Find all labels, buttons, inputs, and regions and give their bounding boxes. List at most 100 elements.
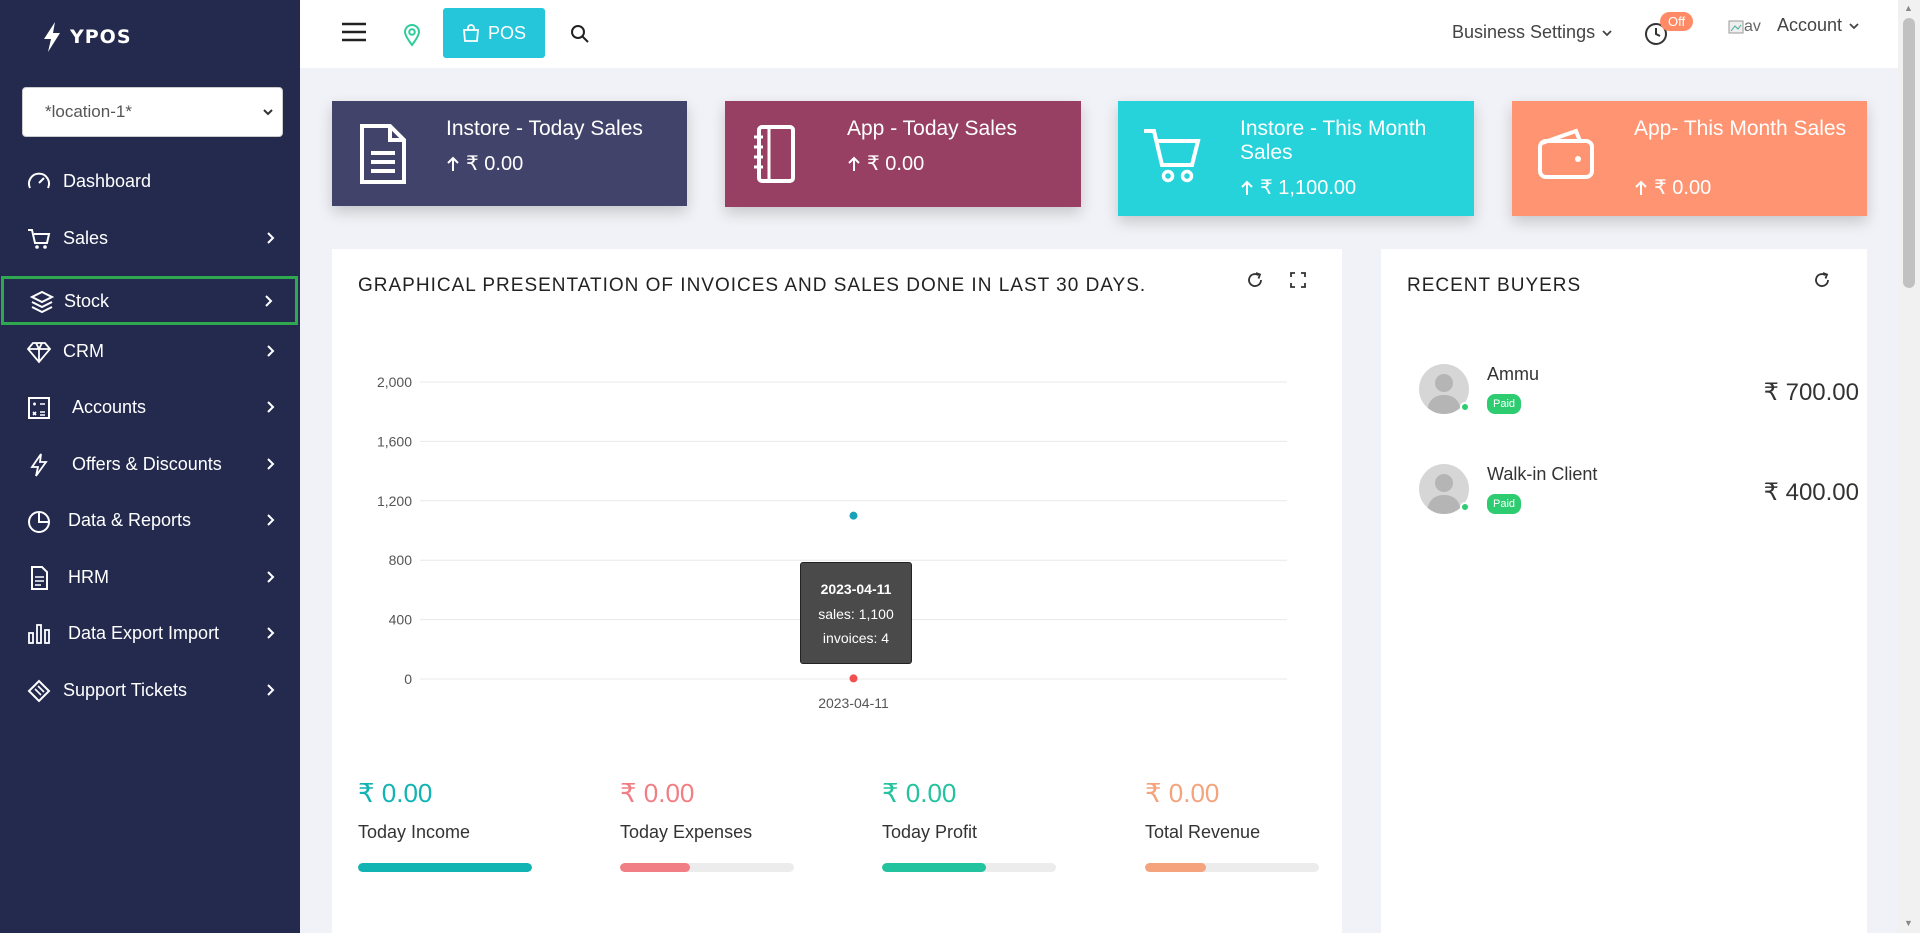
cart-icon — [1144, 129, 1201, 183]
chevron-right-icon — [267, 627, 275, 639]
chevron-down-icon — [1849, 22, 1859, 29]
stat-value-text: ₹ 1,100.00 — [1260, 177, 1357, 199]
chevron-right-icon — [267, 684, 275, 696]
wallet-icon — [1538, 128, 1594, 179]
gauge-icon — [28, 172, 50, 189]
sidebar-item-hrm[interactable]: HRM — [0, 552, 300, 604]
tooltip-date: 2023-04-11 — [820, 581, 892, 597]
logo-text: YPOS — [70, 26, 132, 48]
sidebar-item-stock[interactable]: Stock — [1, 276, 298, 325]
y-tick-label: 800 — [389, 552, 413, 568]
layers-icon — [29, 290, 55, 314]
y-tick-label: 0 — [404, 671, 412, 687]
pie-icon — [28, 511, 50, 533]
sidebar-item-support-tickets[interactable]: Support Tickets — [0, 665, 300, 717]
account-dropdown[interactable]: Account — [1777, 15, 1860, 36]
point-sales[interactable] — [849, 511, 858, 520]
sidebar-item-data-export-import[interactable]: Data Export Import — [0, 608, 300, 660]
buyer-row[interactable]: Ammu Paid ₹ 700.00 — [1419, 364, 1859, 424]
sidebar-item-label: Stock — [64, 291, 110, 311]
arrow-up-icon — [1241, 180, 1253, 195]
sidebar-item-crm[interactable]: CRM — [0, 326, 300, 378]
recent-buyers-card: RECENT BUYERS Ammu Paid ₹ 700.00 Walk-in… — [1381, 249, 1867, 933]
stat-card-instore-month: Instore - This Month Sales ₹ 1,100.00 — [1118, 101, 1474, 216]
ledger-icon — [28, 397, 50, 419]
pos-button-label: POS — [487, 22, 526, 43]
location-pin-icon[interactable] — [402, 23, 422, 47]
hamburger-menu-icon[interactable] — [342, 22, 366, 42]
diamond-icon — [26, 342, 52, 364]
summary-today-income: ₹ 0.00 Today Income — [358, 778, 532, 872]
chevron-down-icon — [1602, 29, 1612, 36]
sidebar-item-offers-discounts[interactable]: Offers & Discounts — [0, 439, 300, 491]
summary-value: ₹ 0.00 — [1145, 778, 1220, 808]
stat-value-text: ₹ 0.00 — [466, 153, 524, 175]
search-icon[interactable] — [570, 24, 590, 44]
paid-badge: Paid — [1487, 494, 1522, 514]
summary-today-expenses: ₹ 0.00 Today Expenses — [620, 778, 794, 872]
sidebar-item-dashboard[interactable]: Dashboard — [0, 156, 300, 208]
y-tick-label: 400 — [389, 612, 413, 628]
summary-progress — [358, 863, 532, 872]
chevron-down-icon — [263, 109, 273, 116]
chevron-right-icon — [265, 295, 273, 307]
sidebar-item-accounts[interactable]: Accounts — [0, 382, 300, 434]
location-select-value: *location-1* — [45, 102, 132, 121]
off-badge: Off — [1660, 12, 1694, 31]
summary-today-profit: ₹ 0.00 Today Profit — [882, 778, 1056, 872]
buyer-name: Ammu — [1487, 364, 1540, 384]
scroll-down-arrow[interactable]: ▼ — [1904, 918, 1913, 928]
stat-title: Instore - Today Sales — [446, 117, 643, 140]
sidebar-item-sales[interactable]: Sales — [0, 213, 300, 265]
user-avatar[interactable]: av — [1728, 18, 1761, 36]
sidebar-item-label: HRM — [68, 567, 109, 587]
chevron-right-icon — [267, 232, 275, 244]
online-status-dot — [1460, 402, 1470, 412]
sidebar-item-label: Offers & Discounts — [72, 454, 222, 474]
stat-value-text: ₹ 0.00 — [1654, 177, 1712, 199]
point-invoices[interactable] — [849, 674, 858, 683]
sidebar-item-label: Accounts — [72, 397, 147, 417]
sidebar-item-label: Data Export Import — [68, 623, 220, 643]
progress-fill — [882, 863, 987, 872]
tooltip-sales: sales: 1,100 — [818, 606, 894, 622]
arrow-up-icon — [447, 156, 459, 171]
chevron-right-icon — [267, 514, 275, 526]
summary-progress — [1145, 863, 1319, 872]
document-icon — [360, 124, 406, 184]
chevron-right-icon — [267, 401, 275, 413]
buyer-name: Walk-in Client — [1487, 464, 1598, 484]
chevron-right-icon — [267, 345, 275, 357]
summary-value: ₹ 0.00 — [620, 778, 695, 808]
notebook-icon — [754, 125, 795, 183]
bar-chart-icon — [28, 624, 50, 644]
stat-value: ₹ 1,100.00 — [1240, 175, 1356, 200]
summary-total-revenue: ₹ 0.00 Total Revenue — [1145, 778, 1319, 872]
cart-icon — [28, 229, 51, 249]
logo[interactable]: YPOS — [42, 22, 132, 52]
stat-card-app-month: App- This Month Sales ₹ 0.00 — [1512, 101, 1867, 216]
location-select[interactable]: *location-1* — [22, 87, 283, 137]
summary-progress — [620, 863, 794, 872]
progress-fill — [1145, 863, 1206, 872]
sidebar-item-label: Dashboard — [63, 171, 152, 191]
ticket-icon — [27, 679, 51, 703]
sidebar-item-label: Data & Reports — [68, 510, 192, 530]
stat-title: Instore - This Month Sales — [1240, 117, 1427, 164]
sidebar-item-label: Sales — [63, 228, 109, 248]
bolt-icon — [30, 453, 48, 477]
business-settings-dropdown[interactable]: Business Settings — [1452, 22, 1613, 43]
scroll-up-arrow[interactable]: ▲ — [1904, 3, 1913, 13]
summary-progress — [882, 863, 1056, 872]
shopping-bag-icon — [462, 24, 479, 42]
stat-card-instore-today: Instore - Today Sales ₹ 0.00 — [332, 101, 687, 206]
bolt-logo-icon — [44, 22, 60, 52]
refresh-icon[interactable] — [1813, 271, 1831, 289]
stat-value: ₹ 0.00 — [847, 151, 924, 176]
chevron-right-icon — [267, 571, 275, 583]
pos-button[interactable]: POS — [443, 8, 545, 58]
sidebar-item-data-reports[interactable]: Data & Reports — [0, 495, 300, 547]
scrollbar-thumb[interactable] — [1903, 18, 1915, 288]
buyer-row[interactable]: Walk-in Client Paid ₹ 400.00 — [1419, 464, 1859, 524]
sidebar-item-label: Support Tickets — [63, 680, 188, 700]
